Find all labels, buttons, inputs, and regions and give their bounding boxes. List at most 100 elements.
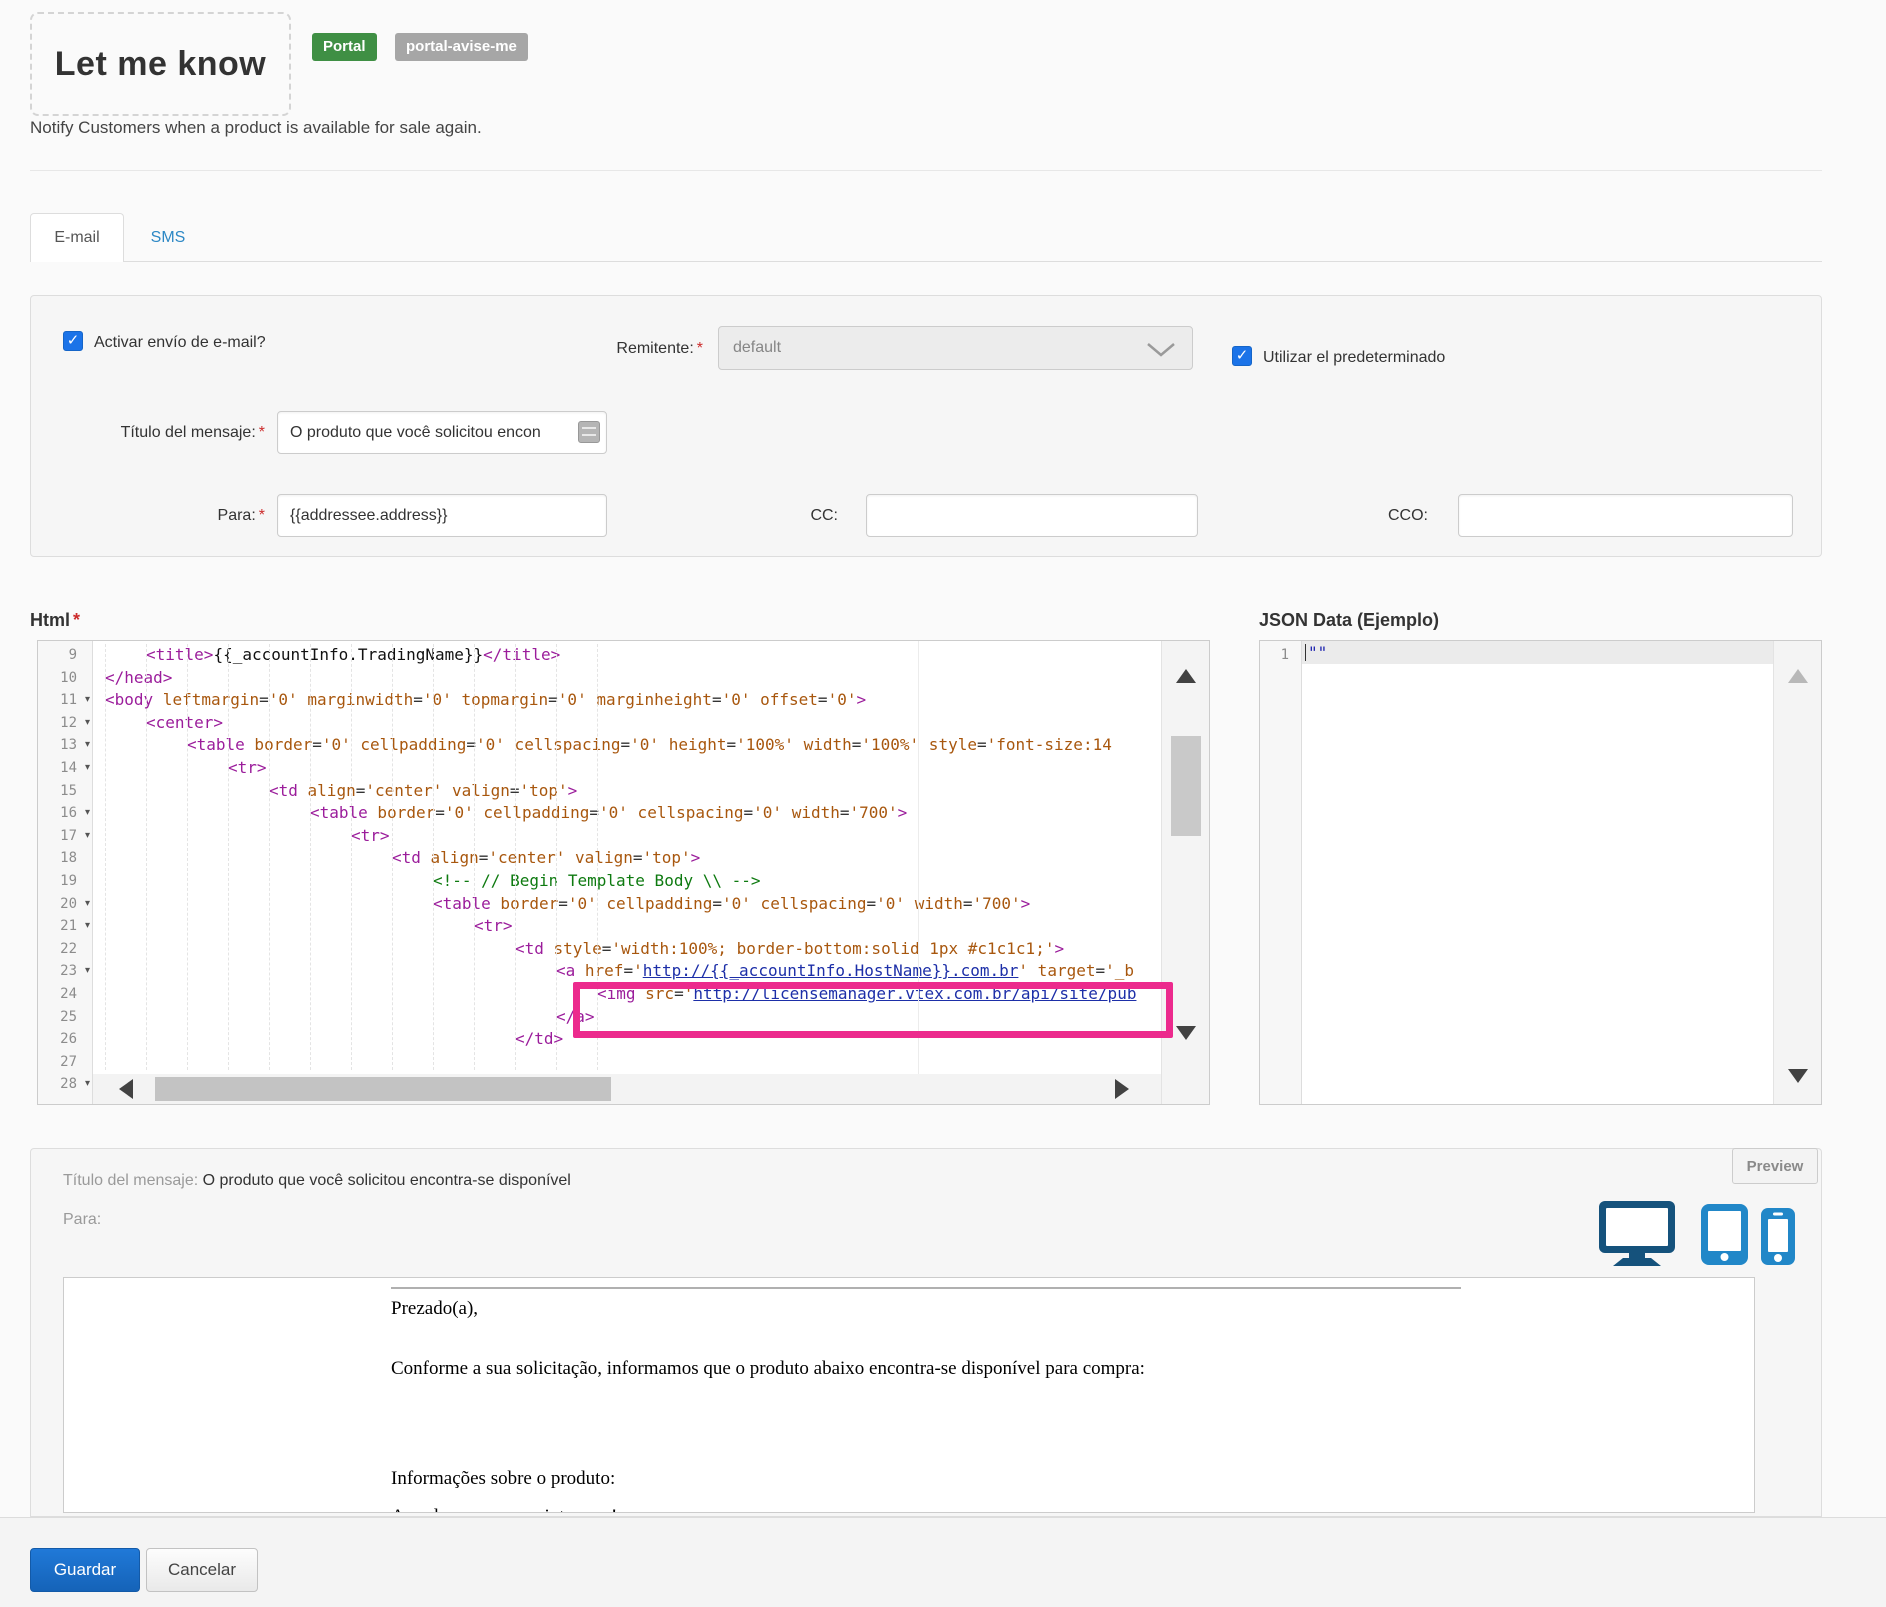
html-vertical-scrollbar[interactable] — [1161, 641, 1209, 1104]
save-button[interactable]: Guardar — [30, 1548, 140, 1592]
code-line[interactable]: <tr> — [93, 757, 1161, 780]
gutter-line: 19 — [38, 870, 92, 893]
fold-arrow-icon: ▾ — [85, 689, 90, 712]
gutter-line: 26 — [38, 1028, 92, 1051]
gutter-line: 9 — [38, 644, 92, 667]
email-body-line: Conforme a sua solicitação, informamos q… — [391, 1358, 1145, 1380]
enable-email-checkbox[interactable]: ✓ — [63, 331, 83, 351]
code-line[interactable]: <img src='http://licensemanager.vtex.com… — [93, 983, 1161, 1006]
email-preview-frame: Prezado(a), Conforme a sua solicitação, … — [63, 1277, 1755, 1513]
gutter-line[interactable]: 16▾ — [38, 802, 92, 825]
html-code-lines[interactable]: <title>{{_accountInfo.TradingName}}</tit… — [93, 641, 1161, 1104]
email-divider — [391, 1287, 1461, 1289]
indent-guide — [392, 644, 393, 1070]
cco-input[interactable] — [1458, 494, 1793, 537]
code-line[interactable]: <table border='0' cellpadding='0' cellsp… — [93, 734, 1161, 757]
tab-sms[interactable]: SMS — [128, 213, 208, 262]
code-line[interactable]: </a> — [93, 1006, 1161, 1029]
fold-arrow-icon: ▾ — [85, 893, 90, 916]
indent-guide — [351, 644, 352, 1070]
tab-email[interactable]: E-mail — [30, 213, 124, 262]
cancel-button[interactable]: Cancelar — [146, 1548, 258, 1592]
cc-label: CC: — [740, 507, 838, 525]
code-line[interactable] — [93, 1051, 1161, 1074]
code-line[interactable]: <a href='http://{{_accountInfo.HostName}… — [93, 960, 1161, 983]
gutter-line: 15 — [38, 780, 92, 803]
html-code-editor[interactable]: 91011▾12▾13▾14▾1516▾17▾181920▾21▾2223▾24… — [37, 640, 1210, 1105]
gutter-line[interactable]: 11▾ — [38, 689, 92, 712]
code-line[interactable]: <!-- // Begin Template Body \\ --> — [93, 870, 1161, 893]
code-line[interactable]: </td> — [93, 1028, 1161, 1051]
indent-guide — [556, 644, 557, 1070]
fold-arrow-icon: ▾ — [85, 960, 90, 983]
to-input[interactable] — [277, 494, 607, 537]
code-line[interactable]: <tr> — [93, 825, 1161, 848]
tablet-preview-icon[interactable] — [1700, 1203, 1750, 1266]
code-line[interactable]: <body leftmargin='0' marginwidth='0' top… — [93, 689, 1161, 712]
gutter-line: 27 — [38, 1051, 92, 1074]
json-vertical-scrollbar[interactable] — [1773, 641, 1821, 1104]
indent-guide — [474, 644, 475, 1070]
subject-input[interactable] — [277, 411, 607, 454]
sender-select[interactable]: default — [718, 326, 1193, 370]
indent-guide — [433, 644, 434, 1070]
code-line[interactable]: <td style='width:100%; border-bottom:sol… — [93, 938, 1161, 961]
phone-preview-icon[interactable] — [1760, 1207, 1796, 1266]
use-default-label: Utilizar el predeterminado — [1263, 349, 1445, 367]
scroll-up-icon[interactable] — [1176, 669, 1196, 683]
cco-label: CCO: — [1330, 507, 1428, 525]
code-line[interactable]: <tr> — [93, 915, 1161, 938]
scroll-down-icon[interactable] — [1176, 1026, 1196, 1040]
code-line[interactable]: <td align='center' valign='top'> — [93, 780, 1161, 803]
fold-arrow-icon: ▾ — [85, 757, 90, 780]
subject-label: Título del mensaje:* — [60, 424, 265, 442]
code-line[interactable]: <td align='center' valign='top'> — [93, 847, 1161, 870]
code-line[interactable]: <title>{{_accountInfo.TradingName}}</tit… — [93, 644, 1161, 667]
horizontal-scroll-thumb[interactable] — [155, 1077, 611, 1101]
scroll-right-icon[interactable] — [1115, 1079, 1129, 1099]
page-subtitle: Notify Customers when a product is avail… — [30, 118, 482, 138]
email-thanks-line: Agradecemos o seu interesse! — [391, 1506, 617, 1513]
indent-guide — [187, 644, 188, 1070]
footer-bar — [0, 1517, 1886, 1607]
json-code-area[interactable]: "" — [1302, 641, 1773, 1104]
code-line[interactable]: </head> — [93, 667, 1161, 690]
desktop-preview-icon[interactable] — [1598, 1200, 1678, 1266]
code-line[interactable]: <table border='0' cellpadding='0' cellsp… — [93, 893, 1161, 916]
gutter-line[interactable]: 12▾ — [38, 712, 92, 735]
scroll-down-icon[interactable] — [1788, 1069, 1808, 1083]
html-code-gutter: 91011▾12▾13▾14▾1516▾17▾181920▾21▾2223▾24… — [38, 641, 93, 1104]
gutter-line[interactable]: 28▾ — [38, 1073, 92, 1096]
code-line[interactable]: <table border='0' cellpadding='0' cellsp… — [93, 802, 1161, 825]
indent-guide — [228, 644, 229, 1070]
gutter-line[interactable]: 14▾ — [38, 757, 92, 780]
badge-portal: Portal — [312, 33, 377, 61]
html-section-label: Html* — [30, 610, 80, 631]
preview-button[interactable]: Preview — [1732, 1148, 1818, 1184]
indent-guide — [515, 644, 516, 1070]
gutter-line[interactable]: 23▾ — [38, 960, 92, 983]
vertical-scroll-thumb[interactable] — [1171, 736, 1201, 836]
gutter-line[interactable]: 20▾ — [38, 893, 92, 916]
sender-label: Remitente:* — [560, 340, 703, 358]
json-data-editor[interactable]: 1 "" — [1259, 640, 1822, 1105]
json-line-number: 1 — [1281, 644, 1289, 667]
code-line[interactable]: <center> — [93, 712, 1161, 735]
editor-inner-divider — [918, 641, 919, 1104]
chevron-down-icon — [1146, 342, 1176, 358]
gutter-line: 10 — [38, 667, 92, 690]
fold-arrow-icon: ▾ — [85, 825, 90, 848]
preview-to-label: Para: — [63, 1211, 101, 1229]
html-horizontal-scrollbar[interactable] — [93, 1074, 1161, 1104]
input-addon-icon — [578, 421, 600, 443]
indent-guide — [310, 644, 311, 1070]
gutter-line[interactable]: 21▾ — [38, 915, 92, 938]
use-default-checkbox[interactable]: ✓ — [1232, 346, 1252, 366]
tab-underline — [30, 261, 1822, 262]
scroll-up-icon[interactable] — [1788, 669, 1808, 683]
fold-arrow-icon: ▾ — [85, 1073, 90, 1096]
gutter-line[interactable]: 13▾ — [38, 734, 92, 757]
cc-input[interactable] — [866, 494, 1198, 537]
scroll-left-icon[interactable] — [119, 1079, 133, 1099]
gutter-line[interactable]: 17▾ — [38, 825, 92, 848]
